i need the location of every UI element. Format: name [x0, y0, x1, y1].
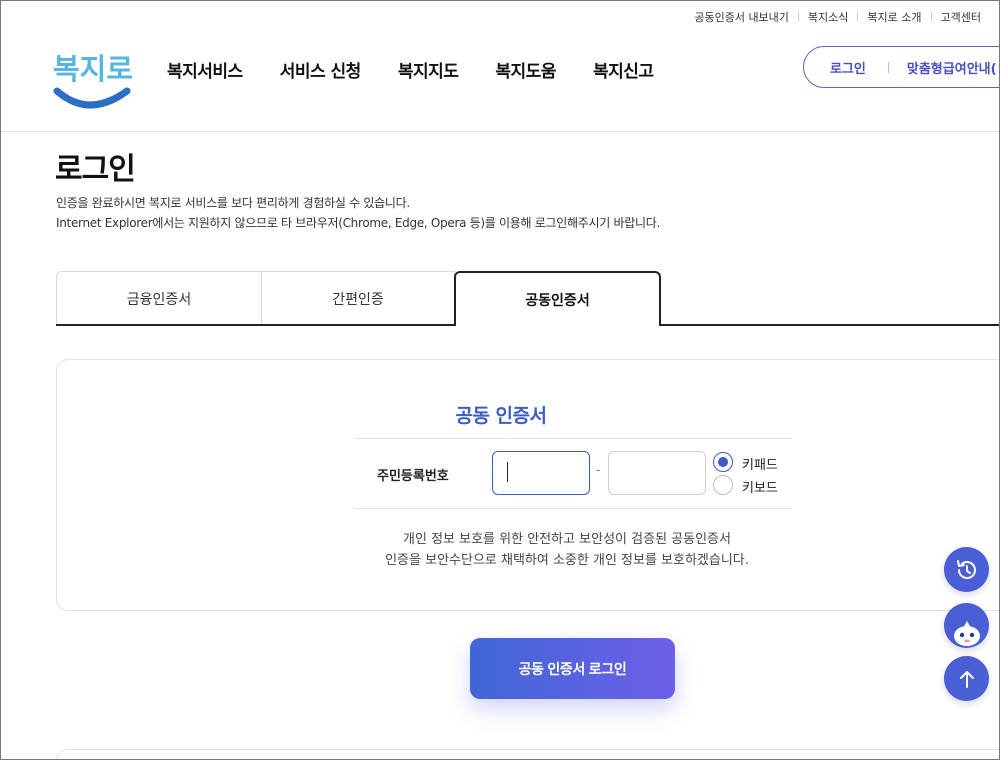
ssn-back-input[interactable]	[608, 451, 706, 495]
nav-welfare-report[interactable]: 복지신고	[593, 57, 654, 82]
page-frame: 공동인증서 내보내기 복지소식 복지로 소개 고객센터 복지로 복지서비스 서비…	[0, 0, 1000, 760]
logo-text: 복지로	[53, 52, 133, 86]
util-link-cert-export[interactable]: 공동인증서 내보내기	[694, 9, 789, 25]
util-divider	[797, 12, 799, 22]
header-guide-link[interactable]: 맞춤형급여안내(	[907, 58, 997, 77]
next-panel	[56, 749, 999, 759]
joint-cert-login-button[interactable]: 공동 인증서 로그인	[470, 638, 675, 699]
form-divider-top	[354, 438, 792, 439]
notice-line-2: 인증을 보안수단으로 채택하여 소중한 개인 정보를 보호하겠습니다.	[385, 553, 749, 568]
history-icon	[956, 559, 976, 579]
description-line-2: Internet Explorer에서는 지원하지 않으므로 타 브라우저(Ch…	[56, 216, 660, 230]
form-divider-bottom	[354, 508, 792, 509]
radio-keypad[interactable]	[713, 452, 733, 472]
main-nav: 복지서비스 서비스 신청 복지지도 복지도움 복지신고	[167, 57, 691, 82]
notice-line-1: 개인 정보 보호를 위한 안전하고 보안성이 검증된 공동인증서	[403, 532, 731, 547]
scroll-top-button[interactable]	[944, 656, 989, 701]
site-logo[interactable]: 복지로	[51, 45, 133, 115]
tab-financial-cert[interactable]: 금융인증서	[56, 271, 262, 326]
cert-panel-title: 공동 인증서	[1, 401, 999, 428]
tab-simple-auth[interactable]: 간편인증	[261, 271, 455, 326]
header-login-box: 로그인 맞춤형급여안내(	[803, 46, 999, 88]
nav-service-apply[interactable]: 서비스 신청	[280, 57, 362, 82]
nav-welfare-help[interactable]: 복지도움	[495, 57, 556, 82]
chatbot-button[interactable]	[944, 603, 989, 648]
nav-welfare-map[interactable]: 복지지도	[398, 57, 459, 82]
util-divider	[930, 12, 932, 22]
header-box-divider	[887, 61, 889, 73]
recent-history-button[interactable]	[944, 547, 989, 592]
tab-active-gap	[456, 324, 659, 326]
cert-panel-title-text: 공동 인증서	[455, 405, 547, 427]
util-divider	[857, 12, 859, 22]
header-divider	[1, 131, 999, 132]
radio-keypad-label[interactable]: 키패드	[742, 454, 778, 473]
text-caret	[507, 462, 508, 482]
nav-welfare-service[interactable]: 복지서비스	[167, 57, 243, 82]
ssn-dash: -	[596, 463, 601, 477]
utility-nav: 공동인증서 내보내기 복지소식 복지로 소개 고객센터	[694, 9, 981, 25]
security-notice: 개인 정보 보호를 위한 안전하고 보안성이 검증된 공동인증서 인증을 보안수…	[1, 529, 999, 571]
page-description: 인증을 완료하시면 복지로 서비스를 보다 편리하게 경험하실 수 있습니다. …	[56, 193, 660, 233]
util-link-customer-center[interactable]: 고객센터	[941, 9, 981, 25]
radio-keyboard[interactable]	[713, 475, 733, 495]
util-link-about[interactable]: 복지로 소개	[867, 9, 921, 25]
util-link-news[interactable]: 복지소식	[808, 9, 848, 25]
logo-icon: 복지로	[53, 52, 133, 109]
arrow-up-icon	[959, 670, 974, 688]
ssn-label: 주민등록번호	[377, 469, 449, 484]
chatbot-icon	[954, 621, 980, 646]
radio-keyboard-label[interactable]: 키보드	[742, 477, 778, 496]
header-login-link[interactable]: 로그인	[830, 58, 866, 77]
tab-joint-cert[interactable]: 공동인증서	[454, 271, 661, 326]
description-line-1: 인증을 완료하시면 복지로 서비스를 보다 편리하게 경험하실 수 있습니다.	[56, 196, 410, 210]
login-method-tabs: 금융인증서 간편인증 공동인증서	[56, 271, 999, 326]
page-title: 로그인	[55, 152, 136, 187]
